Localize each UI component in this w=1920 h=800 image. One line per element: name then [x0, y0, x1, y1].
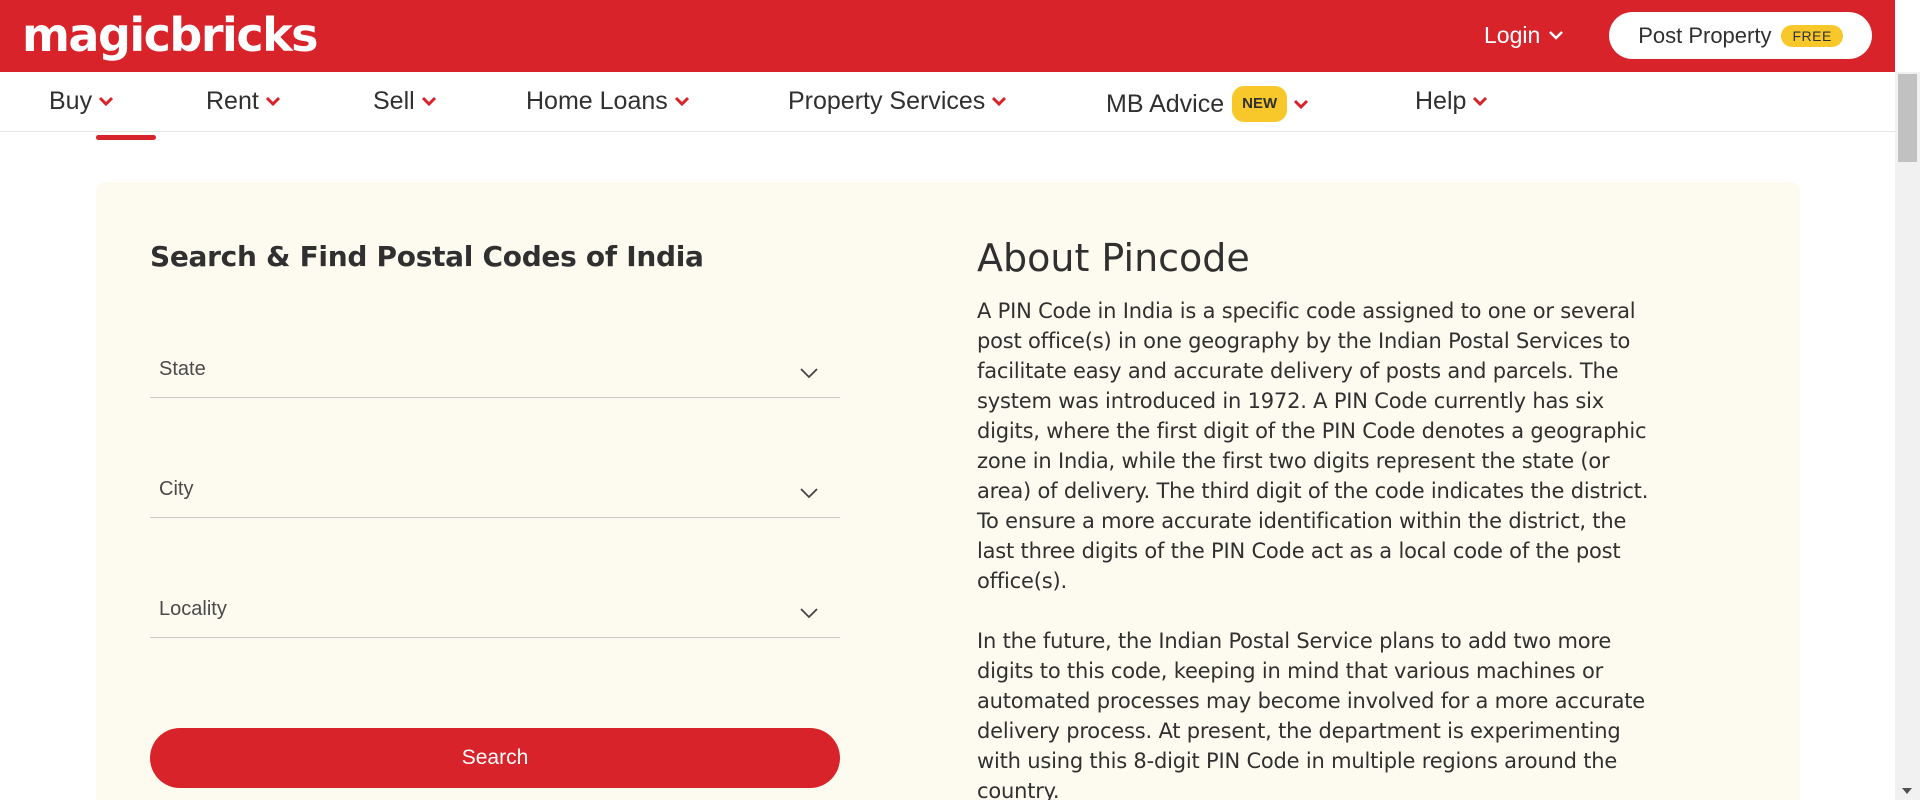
nav-item-label: MB Advice [1106, 90, 1225, 118]
nav-item-label: Sell [373, 87, 415, 115]
chevron-down-icon [800, 368, 818, 379]
login-label: Login [1484, 22, 1541, 48]
magicbricks-logo[interactable]: magicbricks [22, 6, 319, 64]
nav-item-label: Home Loans [526, 87, 668, 115]
top-header: magicbricks Login Post Property FREE [0, 0, 1895, 72]
nav-item-rent[interactable]: Rent [206, 86, 281, 116]
search-form-title: Search & Find Postal Codes of India [150, 240, 704, 273]
nav-item-home-loans[interactable]: Home Loans [526, 86, 690, 116]
chevron-down-icon [265, 96, 280, 107]
nav-item-label: Buy [49, 87, 93, 115]
chevron-down-icon [99, 96, 114, 107]
post-property-label: Post Property [1638, 22, 1772, 48]
scroll-down-arrow-icon[interactable] [1902, 788, 1912, 794]
nav-item-property-services[interactable]: Property Services [788, 86, 1007, 116]
chevron-down-icon [800, 488, 818, 499]
state-select-label: State [159, 358, 206, 380]
page-scrollbar[interactable] [1895, 72, 1920, 800]
nav-item-help[interactable]: Help [1415, 86, 1488, 116]
city-select-label: City [159, 478, 194, 500]
chevron-down-icon [992, 96, 1007, 107]
new-badge: NEW [1232, 86, 1288, 122]
nav-item-sell[interactable]: Sell [373, 86, 437, 116]
chevron-down-icon [674, 96, 689, 107]
chevron-down-icon [421, 96, 436, 107]
main-nav: Buy Rent Sell Home Loans Property Servic… [0, 72, 1895, 132]
locality-select[interactable]: Locality [150, 588, 840, 638]
scrollbar-thumb[interactable] [1898, 74, 1917, 162]
nav-item-buy[interactable]: Buy [49, 86, 114, 116]
free-badge: FREE [1781, 24, 1843, 47]
search-button[interactable]: Search [150, 728, 840, 788]
about-pincode-title: About Pincode [977, 236, 1250, 280]
post-property-button[interactable]: Post Property FREE [1609, 12, 1872, 59]
state-select[interactable]: State [150, 348, 840, 398]
chevron-down-icon [1549, 31, 1564, 40]
login-menu[interactable]: Login [1484, 20, 1564, 50]
locality-select-label: Locality [159, 598, 227, 620]
nav-item-label: Property Services [788, 87, 986, 115]
about-paragraph-2: In the future, the Indian Postal Service… [977, 629, 1646, 800]
nav-item-mb-advice[interactable]: MB Advice NEW [1106, 86, 1309, 122]
about-paragraph-1: A PIN Code in India is a specific code a… [977, 299, 1649, 593]
city-select[interactable]: City [150, 468, 840, 518]
page: magicbricks Login Post Property FREE Buy… [0, 0, 1920, 800]
nav-item-label: Help [1415, 87, 1467, 115]
chevron-down-icon [1294, 99, 1309, 110]
nav-item-label: Rent [206, 87, 259, 115]
chevron-down-icon [800, 608, 818, 619]
active-nav-indicator [96, 135, 156, 140]
chevron-down-icon [1473, 96, 1488, 107]
